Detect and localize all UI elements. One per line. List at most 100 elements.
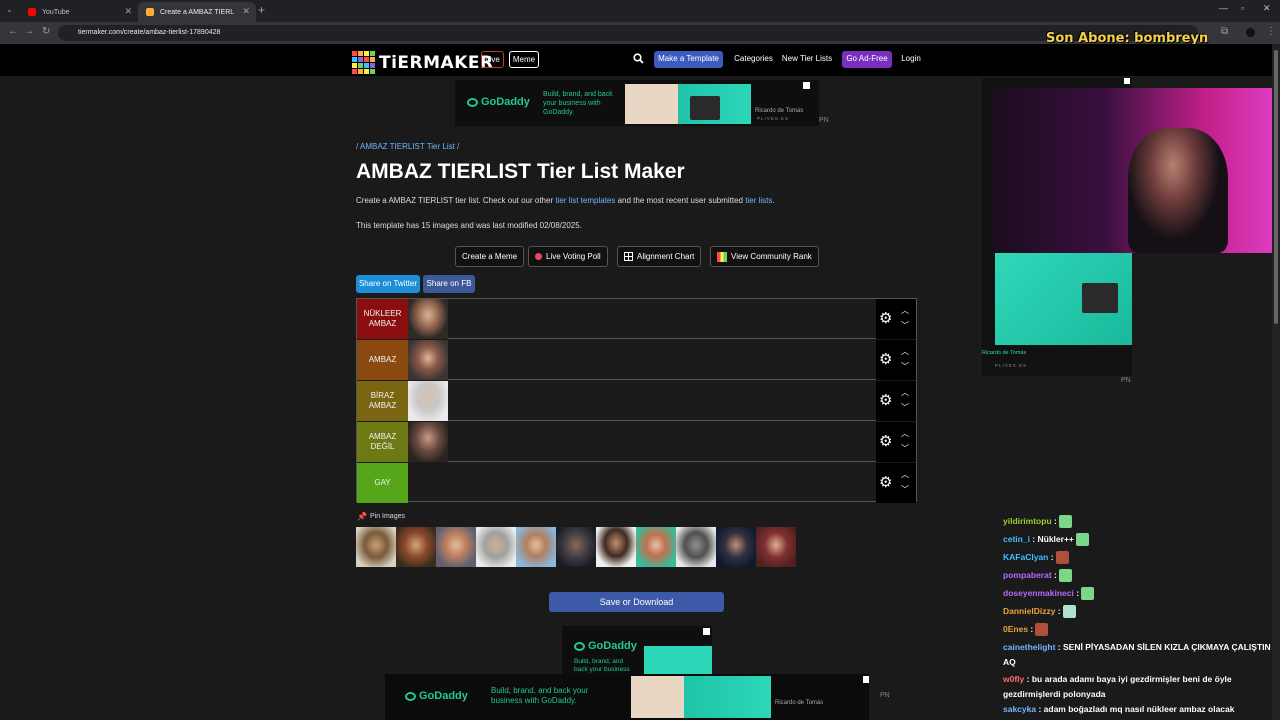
gear-icon[interactable]: ⚙ [879,475,892,490]
move-up-icon[interactable]: ︿ [901,346,909,357]
ad-credit: Ricardo de Tomás [775,700,824,706]
chat-username[interactable]: sakcyka [1003,704,1036,714]
gear-icon[interactable]: ⚙ [879,393,892,408]
pool-image[interactable] [356,527,396,567]
tier-label[interactable]: GAY [357,463,408,503]
back-icon[interactable]: ← [8,26,18,37]
top-banner-ad[interactable]: GoDaddy Build, brand, and back your busi… [455,80,819,126]
tiermaker-logo[interactable]: TiERMAKER [352,51,494,74]
login-link[interactable]: Login [898,51,924,68]
chat-username[interactable]: KAFaCIyan [1003,552,1048,562]
minimize-icon[interactable]: — [1219,3,1228,13]
pool-image[interactable] [596,527,636,567]
close-tab-icon[interactable]: ✕ [124,6,132,17]
browser-menu-icon[interactable]: ⋮ [1266,26,1276,37]
move-up-icon[interactable]: ︿ [901,428,909,439]
reload-icon[interactable]: ↻ [42,26,50,37]
logo-text: TiERMAKER [379,52,494,73]
pin-images-toggle[interactable]: 📌 Pin Images [357,512,405,521]
close-window-icon[interactable]: ✕ [1263,3,1271,14]
tier-label[interactable]: AMBAZ [357,340,408,380]
pool-image[interactable] [716,527,756,567]
tier-controls: ⚙ ︿ ﹀ [876,463,916,503]
profile-avatar[interactable] [1246,28,1255,37]
live-voting-poll-button[interactable]: Live Voting Poll [528,246,608,267]
move-up-icon[interactable]: ︿ [901,469,909,480]
tier-lists-link[interactable]: tier lists [745,196,772,205]
move-up-icon[interactable]: ︿ [901,305,909,316]
button-label: View Community Rank [731,252,812,261]
pool-image[interactable] [516,527,556,567]
chat-username[interactable]: cetin_i [1003,534,1030,544]
maximize-icon[interactable]: ▫ [1241,3,1244,13]
pool-image[interactable] [756,527,796,567]
tier-item-image[interactable] [408,299,448,339]
ad-close-icon[interactable] [1124,78,1130,84]
tab-tiermaker[interactable]: Create a AMBAZ TIERLIST Tier L... ✕ [138,2,256,22]
youtube-favicon-icon [28,8,36,16]
chat-username[interactable]: pompaberat [1003,570,1052,580]
url-field[interactable]: tiermaker.com/create/ambaz-tierlist-1789… [58,25,1198,41]
pool-image[interactable] [636,527,676,567]
tier-label[interactable]: BİRAZ AMBAZ [357,381,408,421]
tab-search-icon[interactable]: ⌄ [6,5,13,14]
create-meme-button[interactable]: Create a Meme [455,246,525,267]
chat-username[interactable]: doseyenmakineci [1003,588,1074,598]
close-tab-icon[interactable]: ✕ [242,6,250,17]
live-button[interactable]: Live [481,51,504,68]
view-community-rank-button[interactable]: View Community Rank [710,246,819,267]
middle-ad[interactable]: GoDaddy Build, brand, and back your busi… [562,626,712,676]
chat-username[interactable]: yildirimtopu [1003,516,1052,526]
pool-image[interactable] [676,527,716,567]
pool-image[interactable] [396,527,436,567]
breadcrumb[interactable]: / AMBAZ TIERLIST Tier List / [356,142,459,151]
tier-item-image[interactable] [408,422,448,462]
tab-label: YouTube [42,8,70,16]
pool-image[interactable] [556,527,596,567]
chat-emote-icon [1055,551,1069,565]
chat-username[interactable]: cainethelight [1003,642,1055,652]
bottom-sticky-ad[interactable]: GoDaddy Build, brand, and back your busi… [385,674,869,720]
move-down-icon[interactable]: ﹀ [901,320,909,331]
new-tab-icon[interactable]: + [258,3,265,17]
tier-controls: ⚙ ︿ ﹀ [876,340,916,380]
chat-message: pompaberat : [1003,568,1275,583]
chat-message: doseyenmakineci : [1003,586,1275,601]
forward-icon[interactable]: → [24,26,34,37]
chat-username[interactable]: 0Enes [1003,624,1028,634]
extensions-icon[interactable]: ⧉ [1221,26,1228,37]
tab-youtube[interactable]: YouTube ✕ [20,2,138,22]
chat-username[interactable]: DannielDizzy [1003,606,1055,616]
categories-link[interactable]: Categories [731,51,776,68]
ad-close-icon[interactable] [803,82,810,89]
alignment-chart-button[interactable]: Alignment Chart [617,246,702,267]
gear-icon[interactable]: ⚙ [879,311,892,326]
save-or-download-button[interactable]: Save or Download [549,592,724,612]
pool-image[interactable] [436,527,476,567]
move-down-icon[interactable]: ﹀ [901,402,909,413]
move-down-icon[interactable]: ﹀ [901,361,909,372]
search-icon[interactable] [633,53,644,64]
chat-username[interactable]: w0fly [1003,674,1024,684]
share-twitter-button[interactable]: Share on Twitter [356,275,420,293]
ad-close-icon[interactable] [863,676,869,683]
share-fb-button[interactable]: Share on FB [423,275,475,293]
go-ad-free-button[interactable]: Go Ad-Free [842,51,892,68]
meme-button[interactable]: Meme [509,51,539,68]
tier-list-templates-link[interactable]: tier list templates [555,196,615,205]
make-template-button[interactable]: Make a Template [654,51,723,68]
tier-item-image[interactable] [408,381,448,421]
pool-image[interactable] [476,527,516,567]
ad-close-icon[interactable] [703,628,710,635]
gear-icon[interactable]: ⚙ [879,434,892,449]
chat-emote-icon [1062,605,1076,619]
scrollbar-thumb[interactable] [1274,50,1278,324]
tier-label[interactable]: NÜKLEER AMBAZ [357,299,408,339]
move-down-icon[interactable]: ﹀ [901,443,909,454]
tier-item-image[interactable] [408,340,448,380]
move-down-icon[interactable]: ﹀ [901,484,909,495]
tier-label[interactable]: AMBAZ DEĞİL [357,422,408,462]
move-up-icon[interactable]: ︿ [901,387,909,398]
new-tier-lists-link[interactable]: New Tier Lists [780,51,834,68]
gear-icon[interactable]: ⚙ [879,352,892,367]
